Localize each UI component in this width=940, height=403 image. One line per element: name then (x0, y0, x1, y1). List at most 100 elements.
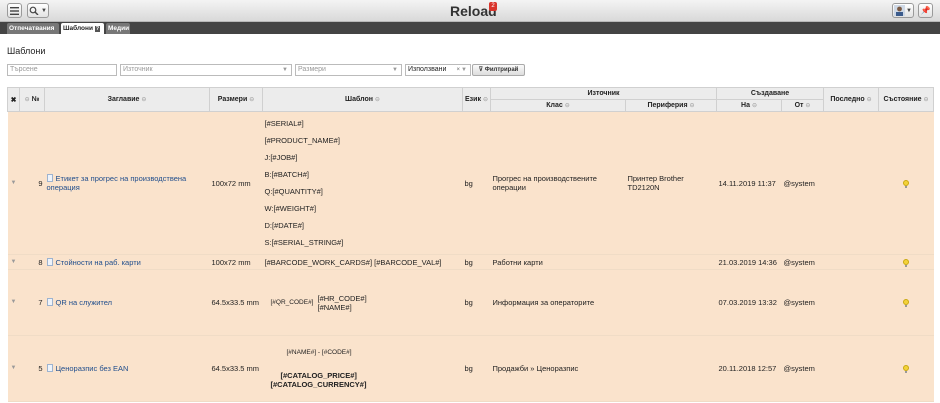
size-select-label: Размери (298, 66, 326, 73)
funnel-icon: ⊽ (478, 67, 484, 73)
title-cell: Стойности на раб. карти (44, 254, 210, 270)
lang-cell: bg (462, 111, 491, 255)
document-icon (46, 174, 53, 182)
source-select[interactable]: Източник ▼ (120, 64, 292, 76)
created-on-cell: 21.03.2019 14:36 (716, 254, 782, 270)
sort-icon: ⊖ (689, 103, 695, 109)
template-cell: [#SERIAL#] [#PRODUCT_NAME#] J:[#JOB#] B:… (262, 111, 463, 255)
template-link[interactable]: Стойности на раб. карти (56, 258, 141, 267)
row-menu-icon[interactable]: ▼ (7, 254, 20, 270)
search-input[interactable]: Търсене (7, 64, 117, 76)
document-icon (46, 298, 53, 306)
lightbulb-icon (903, 258, 910, 267)
lang-cell: bg (462, 254, 491, 270)
col-lang-label: Език (465, 96, 481, 103)
created-by-cell: @system (781, 269, 824, 336)
row-number: 7 (19, 269, 45, 336)
table-row[interactable]: ▼ 8 Стойности на раб. карти 100x72 mm [#… (7, 254, 934, 270)
table-row[interactable]: ▼ 7 QR на служител 64.5x33.5 mm [#QR_COD… (7, 269, 934, 336)
template-line: [#NAME#] - [#CODE#] (286, 349, 352, 356)
last-cell (823, 269, 879, 336)
template-line: [#PRODUCT_NAME#] (264, 136, 340, 145)
col-no-label: № (31, 96, 40, 103)
col-no[interactable]: ⊖ № (19, 87, 45, 112)
tab-prints[interactable]: Отпечатвания (7, 23, 59, 34)
table-row[interactable]: ▼ 5 Ценоразпис без EAN 64.5x33.5 mm [#NA… (7, 335, 934, 402)
search-menu-button[interactable]: ▼ (27, 3, 49, 18)
chevron-down-icon: ▼ (41, 7, 47, 14)
template-line: [#QR_CODE#] (270, 299, 314, 306)
periphery-cell (625, 269, 717, 336)
template-link[interactable]: QR на служител (56, 298, 113, 307)
col-class-label: Клас (546, 102, 563, 109)
template-line: [#CATALOG_CURRENCY#] (270, 380, 367, 389)
table-row[interactable]: ▼ 9 Етикет за прогрес на производствена … (7, 111, 934, 255)
created-by-cell: @system (781, 254, 824, 270)
chevron-down-icon: ▼ (461, 67, 467, 73)
col-created-by[interactable]: От ⊖ (781, 99, 825, 112)
col-periphery[interactable]: Периферия ⊖ (624, 99, 718, 112)
size-cell: 64.5x33.5 mm (209, 335, 263, 402)
template-link[interactable]: Ценоразпис без EAN (56, 364, 129, 373)
user-menu-button[interactable]: ▼ (892, 3, 914, 18)
row-menu-icon[interactable]: ▼ (7, 111, 20, 255)
chevron-down-icon: ▼ (282, 67, 288, 73)
col-state[interactable]: Състояние ⊖ (878, 87, 935, 112)
tab-templates-label: Шаблони (63, 25, 93, 32)
menu-button[interactable] (7, 3, 22, 18)
template-link[interactable]: Етикет за прогрес на производствена опер… (47, 174, 187, 192)
size-cell: 100x72 mm (209, 111, 263, 255)
template-line: W:[#WEIGHT#] (264, 204, 317, 213)
source-select-label: Източник (123, 66, 153, 73)
document-icon (46, 257, 53, 266)
notification-badge[interactable]: 2 (489, 2, 497, 11)
col-lang[interactable]: Език ⊖ (462, 87, 491, 112)
row-menu-icon[interactable]: ▼ (7, 335, 20, 402)
template-line: [#SERIAL#] (264, 119, 304, 128)
template-line: [#NAME#] (317, 302, 352, 312)
document-icon (46, 364, 53, 372)
filter-button[interactable]: ⊽ Филтрирай (472, 64, 525, 76)
sort-icon: ⊖ (141, 97, 147, 103)
col-title[interactable]: Заглавие ⊖ (44, 87, 210, 112)
tools-header[interactable]: ✖ (7, 87, 20, 112)
tab-media[interactable]: Медии (106, 23, 130, 34)
template-line: [#HR_CODE#] (317, 293, 367, 303)
pin-button[interactable]: 📌 (918, 3, 933, 18)
template-cell: [#NAME#] - [#CODE#] [#CATALOG_PRICE#] [#… (262, 335, 463, 402)
sort-icon: ⊖ (866, 97, 872, 103)
col-size[interactable]: Размери ⊖ (209, 87, 263, 112)
last-cell (823, 335, 879, 402)
col-template[interactable]: Шаблон ⊖ (262, 87, 463, 112)
tab-templates[interactable]: Шаблони ? (61, 23, 104, 34)
state-cell (878, 254, 934, 270)
top-bar: ▼ Reload 2 ▼ 📌 (0, 0, 940, 22)
lightbulb-icon (903, 365, 910, 373)
sort-icon: ⊖ (805, 103, 811, 109)
clear-icon[interactable]: × (456, 65, 460, 75)
col-title-label: Заглавие (107, 96, 140, 103)
row-number: 8 (19, 254, 45, 270)
title-cell: Ценоразпис без EAN (44, 335, 210, 402)
col-last[interactable]: Последно ⊖ (823, 87, 880, 112)
col-size-label: Размери (217, 96, 248, 103)
col-source: Източник (489, 87, 718, 100)
avatar (894, 5, 906, 16)
chevron-down-icon: ▼ (906, 7, 912, 14)
usage-select[interactable]: Използвани × ▼ (405, 64, 471, 76)
sort-icon: ⊖ (564, 103, 570, 109)
size-cell: 64.5x33.5 mm (209, 269, 263, 336)
templates-table: ✖ ⊖ № Заглавие ⊖ Размери ⊖ Шаблон ⊖ Език… (7, 87, 935, 402)
row-number: 9 (19, 111, 45, 255)
row-menu-icon[interactable]: ▼ (7, 269, 20, 336)
col-last-label: Последно (830, 96, 865, 103)
class-cell: Работни карти (490, 254, 626, 270)
help-icon[interactable]: ? (94, 26, 101, 32)
col-class[interactable]: Клас ⊖ (490, 99, 626, 112)
col-created-on[interactable]: На ⊖ (716, 99, 783, 112)
created-by-cell: @system (781, 111, 824, 255)
size-select[interactable]: Размери ▼ (295, 64, 402, 76)
sort-icon: ⊖ (751, 103, 757, 109)
class-cell: Прогрес на производствените операции (490, 111, 626, 255)
size-cell: 100x72 mm (209, 254, 263, 270)
